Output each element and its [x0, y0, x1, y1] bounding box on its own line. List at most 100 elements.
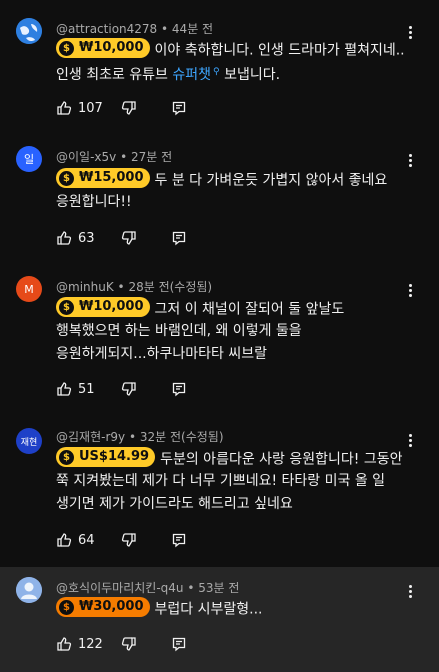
comment-text-line: ₩10,000 이야 축하합니다. 인생 드라마가 펼쳐지네.. — [56, 38, 411, 62]
reply-icon — [172, 382, 185, 397]
reply-button[interactable] — [171, 636, 187, 652]
more-options-icon[interactable] — [403, 150, 417, 170]
dislike-button[interactable] — [121, 230, 137, 246]
like-count: 51 — [78, 381, 95, 397]
thumbs-up-icon — [57, 382, 72, 396]
meta-separator: • — [187, 581, 199, 595]
comment-meta: @attraction4278 • 44분 전 — [56, 20, 213, 37]
search-icon: ⚲ — [213, 67, 220, 77]
thumbs-down-icon — [121, 637, 136, 651]
comment-actions: 122 — [56, 633, 187, 655]
superchat-badge: ₩10,000 — [56, 38, 150, 58]
comment-text-line: 응원합니다!! — [56, 191, 411, 213]
author-name[interactable]: @minhuK — [56, 280, 114, 294]
comment-text: 두 분 다 가벼운듯 가볍지 않아서 좋네요 — [154, 172, 388, 189]
comment-actions: 63 — [56, 227, 187, 249]
comment-meta: @이일-x5v • 27분 전 — [56, 148, 172, 165]
comment-text-line: ₩10,000 그저 이 채널이 잘되어 둘 앞날도 — [56, 297, 411, 321]
comment-2: 일 @이일-x5v • 27분 전 ₩15,000 두 분 다 가벼운듯 가볍지 … — [0, 130, 439, 250]
author-name[interactable]: @attraction4278 — [56, 22, 157, 36]
globe-avatar-icon — [16, 18, 42, 44]
avatar[interactable]: 재현 — [16, 428, 42, 454]
avatar[interactable]: M — [16, 276, 42, 302]
dislike-button[interactable] — [121, 532, 137, 548]
comment-text: 인생 최초로 유튜브 — [56, 67, 173, 83]
comment-meta: @김재현-r9y • 32분 전(수정됨) — [56, 428, 224, 445]
comment-time: 53분 전 — [198, 581, 240, 595]
like-button[interactable]: 107 — [56, 100, 103, 116]
comment-time: 32분 전(수정됨) — [139, 430, 224, 444]
comment-text: 쭉 지켜봤는데 제가 다 너무 기쁘네요! 타타랑 미국 올 일 — [56, 473, 386, 489]
comment-text-line: 생기면 제가 가이드라도 해드리고 싶네요 — [56, 493, 411, 515]
superchat-search-link[interactable]: 슈퍼챗 — [172, 67, 211, 83]
like-button[interactable]: 51 — [56, 381, 95, 397]
thumbs-up-icon — [57, 637, 72, 651]
default-user-avatar-icon — [16, 577, 42, 603]
avatar[interactable] — [16, 577, 42, 603]
dislike-button[interactable] — [121, 636, 137, 652]
like-button[interactable]: 63 — [56, 230, 95, 246]
reply-button[interactable] — [171, 100, 187, 116]
comment-text-line: ₩15,000 두 분 다 가벼운듯 가볍지 않아서 좋네요 — [56, 168, 411, 192]
superchat-badge: ₩10,000 — [56, 297, 150, 317]
comment-actions: 64 — [56, 529, 187, 551]
comment-3: M @minhuK • 28분 전(수정됨) ₩10,000 그저 이 채널이 잘… — [0, 260, 439, 408]
meta-separator: • — [161, 22, 172, 36]
thumbs-down-icon — [121, 231, 136, 245]
comment-time: 44분 전 — [171, 22, 214, 36]
comment-meta: @minhuK • 28분 전(수정됨) — [56, 278, 212, 295]
dislike-button[interactable] — [121, 381, 137, 397]
comment-time: 28분 전(수정됨) — [128, 280, 213, 294]
reply-icon — [172, 231, 185, 246]
dollar-coin-icon — [59, 599, 74, 615]
dollar-coin-icon — [59, 40, 74, 56]
comment-text: 두분의 아름다운 사랑 응원합니다! 그동안 — [160, 451, 403, 468]
comment-meta: @호식이두마리치킨-q4u • 53분 전 — [56, 579, 239, 596]
comment-4: 재현 @김재현-r9y • 32분 전(수정됨) US$14.99 두분의 아름다… — [0, 412, 439, 562]
comment-text: 행복했으면 하는 바램인데, 왜 이렇게 둘을 — [56, 323, 302, 339]
meta-separator: • — [120, 150, 131, 164]
comment-text-line: ₩30,000 부럽다 시부랄형... — [56, 597, 411, 621]
comment-5-highlighted: @호식이두마리치킨-q4u • 53분 전 ₩30,000 부럽다 시부랄형...… — [0, 567, 439, 672]
comment-text: 보냅니다. — [219, 67, 281, 83]
dollar-coin-icon — [59, 299, 74, 315]
author-name[interactable]: @호식이두마리치킨-q4u — [56, 581, 184, 595]
like-count: 122 — [78, 636, 103, 652]
comment-text: 생기면 제가 가이드라도 해드리고 싶네요 — [56, 496, 293, 512]
comment-text-line: US$14.99 두분의 아름다운 사랑 응원합니다! 그동안 — [56, 447, 411, 471]
comment-text: 이야 축하합니다. 인생 드라마가 펼쳐지네.. — [154, 42, 405, 59]
reply-button[interactable] — [171, 230, 187, 246]
superchat-amount: ₩30,000 — [79, 599, 144, 614]
dollar-coin-icon — [59, 449, 74, 465]
avatar-initial: 재현 — [20, 437, 38, 448]
meta-separator: • — [117, 280, 129, 294]
thumbs-down-icon — [121, 382, 136, 396]
dislike-button[interactable] — [121, 100, 137, 116]
author-name[interactable]: @김재현-r9y — [56, 430, 125, 444]
comment-text-line: 행복했으면 하는 바램인데, 왜 이렇게 둘을 — [56, 320, 411, 342]
superchat-badge: ₩15,000 — [56, 168, 150, 188]
superchat-amount: ₩10,000 — [79, 40, 144, 55]
comment-text-line: 인생 최초로 유튜브 슈퍼챗 ⚲ 보냅니다. — [56, 61, 411, 86]
comment-text: 부럽다 시부랄형... — [154, 601, 263, 618]
like-count: 63 — [78, 230, 95, 246]
comment-text-line: 응원하게되지...하쿠나마타타 씨브랄 — [56, 343, 411, 365]
avatar[interactable] — [16, 18, 42, 44]
avatar[interactable]: 일 — [16, 146, 42, 172]
author-name[interactable]: @이일-x5v — [56, 150, 116, 164]
comment-text: 응원하게되지...하쿠나마타타 씨브랄 — [56, 346, 267, 362]
comment-time: 27분 전 — [130, 150, 173, 164]
thumbs-down-icon — [121, 533, 136, 547]
comment-actions: 107 — [56, 97, 187, 119]
thumbs-up-icon — [57, 533, 72, 547]
comment-text: 응원합니다!! — [56, 194, 132, 210]
like-count: 64 — [78, 532, 95, 548]
reply-button[interactable] — [171, 381, 187, 397]
like-button[interactable]: 122 — [56, 636, 103, 652]
superchat-badge: ₩30,000 — [56, 597, 150, 617]
like-button[interactable]: 64 — [56, 532, 95, 548]
reply-button[interactable] — [171, 532, 187, 548]
comment-1: @attraction4278 • 44분 전 ₩10,000 이야 축하합니다.… — [0, 0, 439, 130]
dollar-coin-icon — [59, 170, 74, 186]
superchat-amount: ₩15,000 — [79, 170, 144, 185]
